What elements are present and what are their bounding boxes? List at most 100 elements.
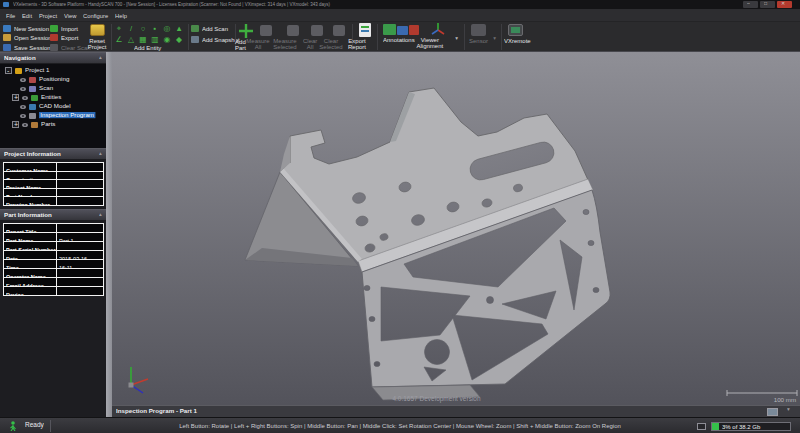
export-report-icon	[359, 23, 371, 37]
memory-gauge-fill	[712, 423, 719, 430]
line-icon[interactable]: /	[125, 25, 137, 33]
expander-icon[interactable]: -	[5, 67, 12, 74]
expander-icon[interactable]: +	[12, 121, 19, 128]
vxremote-button[interactable]: VXremote	[504, 38, 531, 44]
collapse-icon[interactable]: ▴	[99, 212, 102, 218]
table-row[interactable]: Customer Name	[4, 163, 103, 172]
collapse-icon[interactable]: ▴	[99, 55, 102, 61]
snapshot-icon[interactable]	[767, 408, 778, 416]
triangle-icon[interactable]: △	[125, 36, 137, 44]
ready-status-icon	[9, 421, 17, 431]
ellipse-icon[interactable]: ◎	[161, 25, 173, 33]
measure-selected-button[interactable]: Measure Selected	[273, 38, 297, 50]
version-text: 4.0.1657 Development version	[391, 396, 482, 403]
export-button[interactable]: Export	[61, 35, 78, 41]
navigation-header[interactable]: Navigation ▴	[0, 52, 106, 63]
menu-configure[interactable]: Configure	[83, 13, 108, 19]
collapse-icon[interactable]: ▴	[99, 151, 102, 157]
viewport-3d[interactable]: 4.0.1657 Development version 100 mm	[112, 52, 800, 405]
eye-icon[interactable]	[22, 96, 28, 100]
facet-icon[interactable]: ◆	[173, 36, 185, 44]
parts-icon	[31, 122, 38, 128]
maximize-button[interactable]: □	[760, 1, 775, 8]
eye-icon[interactable]	[20, 78, 26, 82]
tab-inspection-program[interactable]: Inspection Program - Part 1	[116, 408, 197, 414]
vector-icon[interactable]: ∠	[113, 36, 125, 44]
table-row[interactable]: Drawing Number	[4, 197, 103, 205]
add-entity-row2: ∠△▦▥◉◆	[113, 34, 187, 44]
left-panel: Navigation ▴ - Project 1 Positioning Sca…	[0, 52, 106, 417]
table-row[interactable]: Part Serial Number	[4, 242, 103, 251]
new-session-button[interactable]: New Session	[14, 26, 49, 32]
memory-gauge: 3% of 38.2 Gb	[711, 422, 791, 431]
memory-usage-text: 3% of 38.2 Gb	[722, 424, 760, 430]
menu-view[interactable]: View	[64, 13, 76, 19]
table-row[interactable]: Organization	[4, 172, 103, 181]
annotations-button[interactable]: Annotations	[383, 37, 415, 43]
minimize-button[interactable]: –	[743, 1, 758, 8]
save-session-button[interactable]: Save Session	[14, 45, 51, 51]
clear-selected-button[interactable]: Clear Selected	[319, 38, 343, 50]
point-icon[interactable]: ⌖	[113, 25, 125, 33]
sensor-button[interactable]: Sensor	[469, 38, 488, 44]
sphere-icon[interactable]: ◉	[161, 36, 173, 44]
navigation-title: Navigation	[4, 55, 36, 61]
export-report-button[interactable]: Export Report	[345, 38, 369, 50]
expander-icon[interactable]: +	[12, 94, 19, 101]
menu-project[interactable]: Project	[39, 13, 57, 19]
memory-chip-icon	[697, 423, 706, 430]
menu-edit[interactable]: Edit	[22, 13, 32, 19]
cone-icon[interactable]: ▲	[173, 25, 185, 33]
tree-item-cad-model[interactable]: CAD Model	[0, 102, 106, 111]
eye-icon[interactable]	[20, 114, 26, 118]
close-button[interactable]: ✕	[777, 1, 792, 8]
project-information-header[interactable]: Project Information ▴	[0, 148, 106, 159]
point-target-icon[interactable]: ▪	[149, 25, 161, 33]
viewer-alignment-button[interactable]: Viewer Alignment	[416, 37, 444, 49]
table-row[interactable]: Operator Name	[4, 269, 103, 278]
open-session-button[interactable]: Open Session	[14, 35, 52, 41]
sensor-chevron-icon[interactable]: ▾	[493, 35, 496, 41]
plane-icon[interactable]: ▦	[137, 36, 149, 44]
table-row[interactable]: Date2015-03-16	[4, 251, 103, 260]
add-scan-button[interactable]: Add Scan	[202, 26, 228, 32]
table-row[interactable]: Report Title	[4, 224, 103, 233]
annotations-icon-3	[409, 25, 419, 35]
clear-all-button[interactable]: Clear All	[300, 38, 320, 50]
measure-all-button[interactable]: Measure All	[246, 38, 270, 50]
import-button[interactable]: Import	[61, 26, 78, 32]
reset-project-button[interactable]: Reset Project	[84, 38, 110, 50]
vxremote-icon	[508, 24, 523, 36]
add-entity-row1: ⌖/○▪◎▲	[113, 23, 187, 33]
tree-item-scan[interactable]: Scan	[0, 84, 106, 93]
table-row[interactable]: Time16:11	[4, 260, 103, 269]
eye-icon[interactable]	[20, 105, 26, 109]
tree-item-parts[interactable]: + Parts	[0, 120, 106, 129]
new-session-icon	[3, 25, 11, 32]
save-session-icon	[3, 44, 11, 51]
table-row[interactable]: Email Address	[4, 278, 103, 287]
tree-item-inspection-program[interactable]: Inspection Program	[0, 111, 106, 120]
tree-item-project[interactable]: - Project 1	[0, 66, 106, 75]
toolbar: New Session Open Session Save Session Im…	[0, 22, 800, 51]
menu-help[interactable]: Help	[115, 13, 127, 19]
tree-item-entities[interactable]: + Entities	[0, 93, 106, 102]
vxelements-window: VXelements - 3D Software Platform - Hand…	[0, 0, 800, 433]
mouse-hints: Left Button: Rotate | Left + Right Butto…	[172, 423, 628, 429]
table-row[interactable]: Part NamePart 1	[4, 233, 103, 242]
table-row[interactable]: Device	[4, 287, 103, 295]
open-session-icon	[3, 34, 11, 41]
eye-icon[interactable]	[22, 123, 28, 127]
circle-icon[interactable]: ○	[137, 25, 149, 33]
tab-list-chevron-icon[interactable]: ▾	[787, 407, 790, 413]
navigation-tree: - Project 1 Positioning Scan + Entities	[0, 64, 106, 148]
eye-icon[interactable]	[20, 87, 26, 91]
table-row[interactable]: Project Name	[4, 180, 103, 189]
viewer-alignment-chevron-icon[interactable]: ▾	[455, 35, 458, 41]
add-part-icon	[239, 24, 253, 38]
slab-icon[interactable]: ▥	[149, 36, 161, 44]
table-row[interactable]: Part Number	[4, 189, 103, 198]
part-information-header[interactable]: Part Information ▴	[0, 209, 106, 220]
tree-item-positioning[interactable]: Positioning	[0, 75, 106, 84]
menu-file[interactable]: File	[6, 13, 15, 19]
